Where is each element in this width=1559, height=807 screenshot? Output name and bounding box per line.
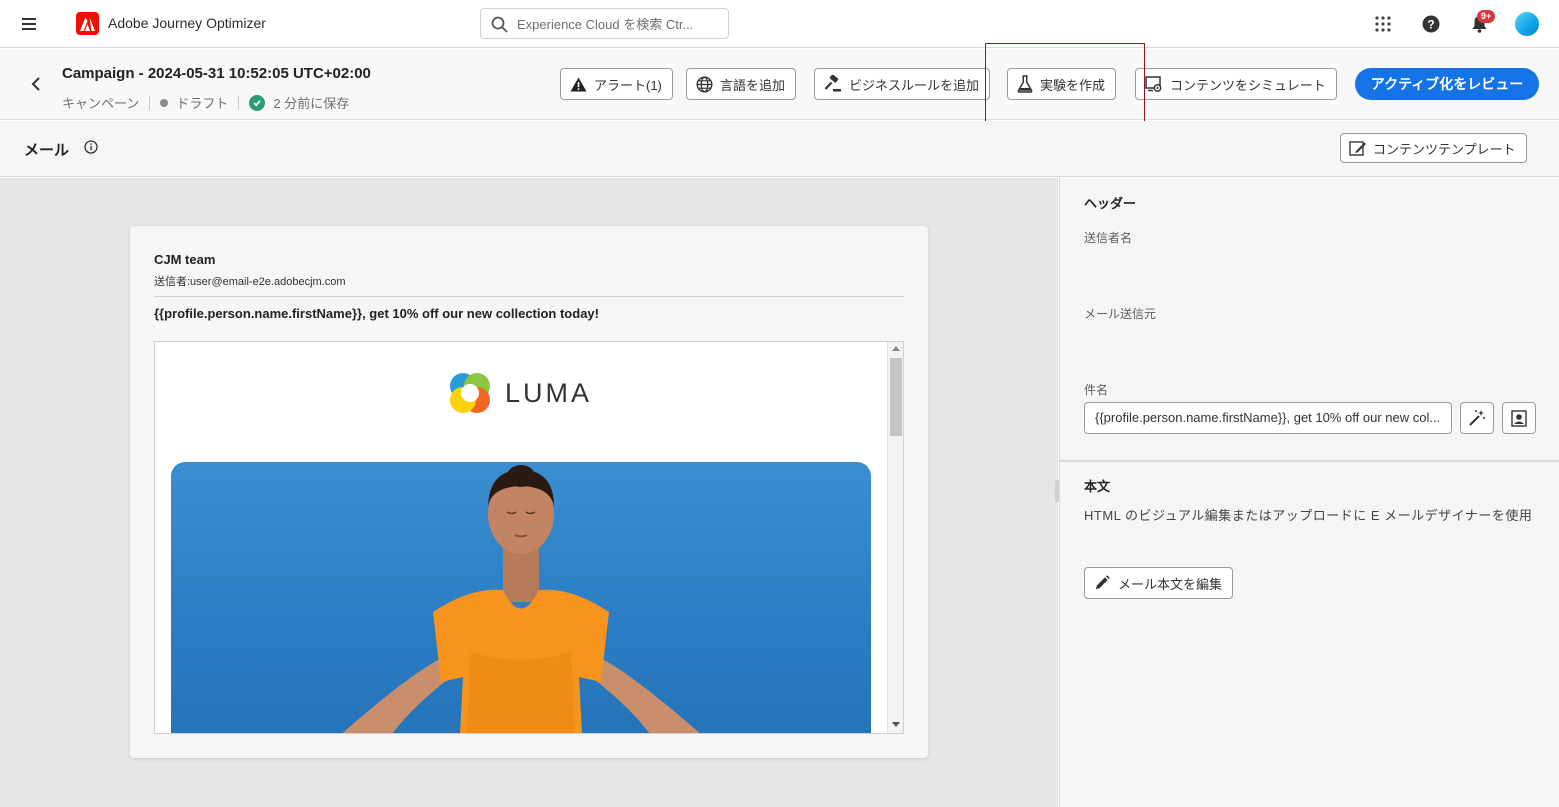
subject-field[interactable]: {{profile.person.name.firstName}}, get 1… bbox=[1084, 402, 1452, 434]
gavel-icon bbox=[824, 75, 841, 92]
review-activate-button[interactable]: アクティブ化をレビュー bbox=[1355, 68, 1539, 100]
sender-address: 送信者:user@email-e2e.adobecjm.com bbox=[154, 276, 346, 288]
preview-scrollbar[interactable] bbox=[887, 342, 903, 733]
saved-status: 2 分前に保存 bbox=[273, 96, 350, 111]
email-body-frame[interactable]: LUMA bbox=[154, 341, 904, 734]
scroll-thumb[interactable] bbox=[890, 358, 902, 436]
preview-subject: {{profile.person.name.firstName}}, get 1… bbox=[154, 306, 599, 321]
section-header: メール コンテンツテンプレート bbox=[0, 121, 1559, 177]
alert-icon bbox=[570, 77, 587, 91]
create-experiment-label: 実験を作成 bbox=[1040, 77, 1106, 93]
personalization-icon bbox=[1511, 409, 1527, 427]
scroll-up-icon[interactable] bbox=[892, 346, 900, 351]
campaign-header: Campaign - 2024-05-31 10:52:05 UTC+02:00… bbox=[0, 49, 1559, 120]
personalize-button[interactable] bbox=[1502, 402, 1536, 434]
simulate-content-button[interactable]: コンテンツをシミュレート bbox=[1135, 68, 1337, 100]
template-edit-icon bbox=[1349, 140, 1366, 156]
top-navigation: Adobe Journey Optimizer ? 9+ bbox=[0, 0, 1559, 48]
campaign-meta: キャンペーン ドラフト 2 分前に保存 bbox=[62, 93, 349, 112]
content-template-label: コンテンツテンプレート bbox=[1373, 141, 1516, 157]
scroll-down-icon[interactable] bbox=[892, 722, 900, 727]
luma-logo-icon bbox=[450, 373, 490, 413]
search-input[interactable] bbox=[515, 13, 720, 35]
hero-image bbox=[171, 462, 871, 733]
campaign-type: キャンペーン bbox=[62, 96, 140, 111]
luma-logo: LUMA bbox=[447, 370, 592, 416]
adobe-logo-icon bbox=[76, 12, 99, 35]
search-box[interactable] bbox=[480, 8, 729, 39]
checkmark-icon bbox=[249, 94, 266, 111]
notification-badge: 9+ bbox=[1477, 10, 1496, 23]
back-chevron-icon[interactable] bbox=[28, 75, 46, 93]
panel-divider bbox=[1060, 460, 1559, 462]
svg-text:?: ? bbox=[1427, 18, 1434, 32]
ai-generate-button[interactable] bbox=[1460, 402, 1494, 434]
campaign-title: Campaign - 2024-05-31 10:52:05 UTC+02:00 bbox=[62, 65, 371, 82]
meta-divider bbox=[149, 95, 151, 110]
help-icon[interactable]: ? bbox=[1421, 14, 1441, 34]
add-business-rule-button[interactable]: ビジネスルールを追加 bbox=[814, 68, 991, 100]
apps-grid-icon[interactable] bbox=[1373, 14, 1393, 34]
app-title[interactable]: Adobe Journey Optimizer bbox=[108, 15, 266, 31]
user-avatar[interactable] bbox=[1515, 12, 1539, 36]
add-language-button[interactable]: 言語を追加 bbox=[686, 68, 797, 100]
body-section-title: 本文 bbox=[1084, 479, 1111, 494]
content-template-button[interactable]: コンテンツテンプレート bbox=[1340, 133, 1527, 163]
edit-email-body-label: メール本文を編集 bbox=[1118, 576, 1223, 592]
simulate-icon bbox=[1145, 75, 1162, 92]
status-dot-icon bbox=[160, 98, 169, 107]
search-icon bbox=[491, 16, 508, 33]
edit-email-body-button[interactable]: メール本文を編集 bbox=[1084, 567, 1234, 599]
create-experiment-button[interactable]: 実験を作成 bbox=[1007, 68, 1117, 100]
meta-divider bbox=[238, 95, 240, 110]
hamburger-menu-icon[interactable] bbox=[22, 14, 42, 34]
globe-icon bbox=[696, 75, 713, 93]
luma-brand-text: LUMA bbox=[505, 377, 593, 408]
info-icon[interactable] bbox=[84, 140, 98, 154]
flask-icon bbox=[1017, 75, 1033, 93]
email-preview-area: CJM team 送信者:user@email-e2e.adobecjm.com… bbox=[0, 178, 1058, 807]
add-language-label: 言語を追加 bbox=[720, 77, 786, 93]
body-description: HTML のビジュアル編集またはアップロードに E メールデザイナーを使用 bbox=[1084, 508, 1533, 523]
add-business-rule-label: ビジネスルールを追加 bbox=[849, 77, 980, 93]
subject-label: 件名 bbox=[1084, 383, 1109, 397]
from-email-label: メール送信元 bbox=[1084, 307, 1157, 321]
sender-name-label: 送信者名 bbox=[1084, 231, 1133, 245]
alert-button[interactable]: アラート(1) bbox=[560, 68, 673, 100]
divider bbox=[154, 296, 904, 297]
simulate-content-label: コンテンツをシミュレート bbox=[1170, 77, 1326, 93]
properties-panel: ヘッダー 送信者名 メール送信元 件名 {{profile.person.nam… bbox=[1059, 178, 1559, 807]
alert-label: アラート(1) bbox=[594, 77, 662, 93]
magic-wand-icon bbox=[1469, 410, 1485, 426]
sender-name: CJM team bbox=[154, 252, 216, 267]
section-title: メール bbox=[24, 142, 70, 159]
pencil-icon bbox=[1096, 575, 1110, 589]
campaign-status: ドラフト bbox=[176, 96, 229, 111]
email-preview-card: CJM team 送信者:user@email-e2e.adobecjm.com… bbox=[130, 226, 928, 758]
header-section-title: ヘッダー bbox=[1084, 196, 1137, 211]
